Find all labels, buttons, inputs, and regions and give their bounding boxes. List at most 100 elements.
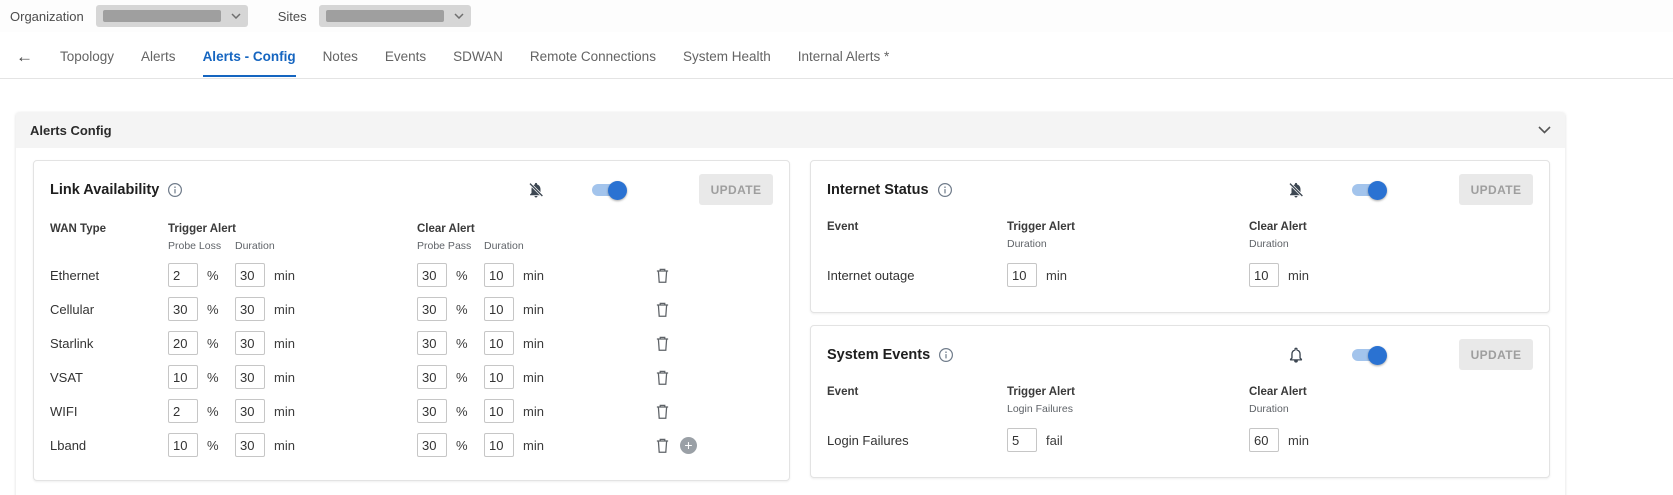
- tab-events[interactable]: Events: [385, 36, 426, 77]
- probe-pass-input[interactable]: [417, 365, 447, 389]
- subcol-duration: Duration: [1007, 238, 1249, 250]
- top-bar: Organization Sites: [0, 0, 1673, 32]
- notifications-off-icon[interactable]: [527, 181, 545, 199]
- clear-duration-input[interactable]: [484, 365, 514, 389]
- percent-unit: %: [207, 268, 219, 283]
- redacted-site-value: [326, 10, 444, 22]
- notifications-icon[interactable]: [1287, 346, 1305, 364]
- min-unit: min: [523, 370, 544, 385]
- tab-topology[interactable]: Topology: [60, 36, 114, 77]
- delete-row-icon[interactable]: [644, 335, 680, 352]
- percent-unit: %: [456, 268, 468, 283]
- tab-notes[interactable]: Notes: [323, 36, 358, 77]
- percent-unit: %: [207, 336, 219, 351]
- probe-loss-input[interactable]: [168, 399, 198, 423]
- delete-row-icon[interactable]: [644, 301, 680, 318]
- login-failures-input[interactable]: [1007, 428, 1037, 452]
- clear-duration-input[interactable]: [484, 433, 514, 457]
- probe-loss-input[interactable]: [168, 433, 198, 457]
- min-unit: min: [1046, 268, 1067, 283]
- card-title: System Events: [827, 347, 930, 363]
- tab-sdwan[interactable]: SDWAN: [453, 36, 503, 77]
- col-trigger-alert: Trigger Alert: [1007, 221, 1249, 233]
- probe-pass-input[interactable]: [417, 331, 447, 355]
- probe-loss-input[interactable]: [168, 263, 198, 287]
- tab-internal-alerts[interactable]: Internal Alerts *: [798, 36, 890, 77]
- collapse-chevron-icon[interactable]: [1538, 126, 1551, 134]
- tab-remote-connections[interactable]: Remote Connections: [530, 36, 656, 77]
- delete-row-icon[interactable]: [644, 437, 680, 454]
- card-header: System Events UPDATE: [827, 339, 1533, 370]
- min-unit: min: [1288, 433, 1309, 448]
- min-unit: min: [523, 404, 544, 419]
- enable-toggle[interactable]: [1351, 345, 1387, 365]
- table-subheader-row: Probe Loss Duration Probe Pass Duration: [50, 237, 773, 254]
- clear-duration-input[interactable]: [484, 399, 514, 423]
- info-icon[interactable]: [937, 182, 953, 198]
- delete-row-icon[interactable]: [644, 369, 680, 386]
- delete-row-icon[interactable]: [644, 403, 680, 420]
- update-button[interactable]: UPDATE: [1459, 339, 1533, 370]
- probe-loss-input[interactable]: [168, 297, 198, 321]
- update-button[interactable]: UPDATE: [699, 174, 773, 205]
- tab-system-health[interactable]: System Health: [683, 36, 771, 77]
- probe-loss-input[interactable]: [168, 331, 198, 355]
- enable-toggle[interactable]: [591, 180, 627, 200]
- probe-pass-input[interactable]: [417, 263, 447, 287]
- add-row-icon[interactable]: +: [680, 437, 697, 454]
- trigger-duration-input[interactable]: [235, 331, 265, 355]
- card-header: Internet Status UPDATE: [827, 174, 1533, 205]
- col-event: Event: [827, 221, 1007, 233]
- update-button[interactable]: UPDATE: [1459, 174, 1533, 205]
- enable-toggle[interactable]: [1351, 180, 1387, 200]
- delete-row-icon[interactable]: [644, 267, 680, 284]
- percent-unit: %: [207, 404, 219, 419]
- percent-unit: %: [207, 370, 219, 385]
- trigger-duration-input[interactable]: [235, 263, 265, 287]
- chevron-down-icon: [454, 13, 464, 19]
- wan-type-label: Cellular: [50, 302, 168, 317]
- table-row: Lband % min % min +: [50, 428, 773, 462]
- col-trigger-alert: Trigger Alert: [168, 223, 417, 235]
- trigger-duration-input[interactable]: [235, 433, 265, 457]
- trigger-duration-input[interactable]: [235, 365, 265, 389]
- card-header: Link Availability UPDATE: [50, 174, 773, 205]
- col-trigger-alert: Trigger Alert: [1007, 386, 1249, 398]
- table-row: Ethernet % min % min: [50, 258, 773, 292]
- percent-unit: %: [456, 438, 468, 453]
- clear-duration-input[interactable]: [1249, 428, 1279, 452]
- probe-pass-input[interactable]: [417, 297, 447, 321]
- panel-body: Link Availability UPDATE WAN Type Trigge…: [16, 148, 1565, 495]
- table-subheader-row: Login Failures Duration: [827, 400, 1533, 417]
- probe-pass-input[interactable]: [417, 433, 447, 457]
- sites-select[interactable]: [319, 5, 471, 27]
- clear-duration-input[interactable]: [484, 263, 514, 287]
- organization-select[interactable]: [96, 5, 248, 27]
- back-icon[interactable]: ←: [16, 48, 33, 65]
- probe-pass-input[interactable]: [417, 399, 447, 423]
- clear-duration-input[interactable]: [1249, 263, 1279, 287]
- notifications-off-icon[interactable]: [1287, 181, 1305, 199]
- trigger-duration-input[interactable]: [235, 399, 265, 423]
- min-unit: min: [523, 268, 544, 283]
- fail-unit: fail: [1046, 433, 1063, 448]
- panel-header: Alerts Config: [16, 112, 1565, 148]
- min-unit: min: [523, 336, 544, 351]
- min-unit: min: [274, 268, 295, 283]
- clear-duration-input[interactable]: [484, 331, 514, 355]
- tab-alerts-config[interactable]: Alerts - Config: [203, 36, 296, 77]
- subcol-duration: Duration: [1249, 403, 1533, 415]
- event-label: Login Failures: [827, 433, 1007, 448]
- subcol-login-failures: Login Failures: [1007, 403, 1249, 415]
- probe-loss-input[interactable]: [168, 365, 198, 389]
- min-unit: min: [274, 404, 295, 419]
- tab-alerts[interactable]: Alerts: [141, 36, 176, 77]
- clear-duration-input[interactable]: [484, 297, 514, 321]
- percent-unit: %: [207, 438, 219, 453]
- info-icon[interactable]: [167, 182, 183, 198]
- alerts-config-panel: Alerts Config Link Availability UPDATE: [16, 112, 1565, 495]
- sites-label: Sites: [278, 9, 307, 24]
- info-icon[interactable]: [938, 347, 954, 363]
- trigger-duration-input[interactable]: [1007, 263, 1037, 287]
- trigger-duration-input[interactable]: [235, 297, 265, 321]
